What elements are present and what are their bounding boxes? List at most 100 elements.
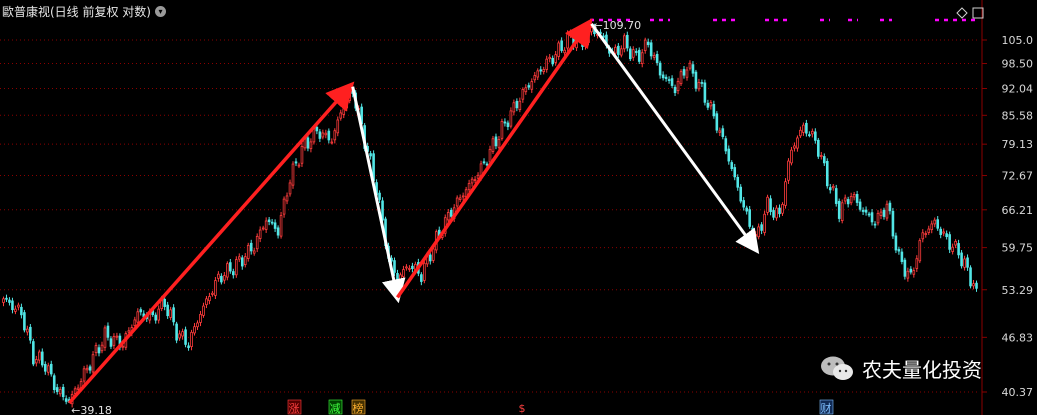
candle-body xyxy=(402,269,405,278)
candle-body xyxy=(255,236,259,250)
candle-body xyxy=(876,212,880,224)
candle-body xyxy=(894,235,898,251)
y-tick-label: 53.29 xyxy=(1002,284,1034,297)
candle-body xyxy=(58,389,62,395)
y-tick-label: 85.58 xyxy=(1002,109,1034,122)
candle-body xyxy=(811,130,814,135)
candle-body xyxy=(378,192,381,200)
candle-body xyxy=(858,201,862,210)
candle-body xyxy=(721,128,725,137)
candle-body xyxy=(196,322,199,328)
candle-body xyxy=(220,275,223,283)
candle-body xyxy=(264,220,268,230)
candle-body xyxy=(533,75,537,81)
candle-body xyxy=(625,34,629,49)
candle-body xyxy=(482,161,486,164)
candle-body xyxy=(825,161,829,187)
candle-body xyxy=(408,268,411,270)
candle-body xyxy=(55,387,59,392)
candle-body xyxy=(775,207,778,219)
candle-body xyxy=(891,210,895,237)
candle-body xyxy=(324,132,328,136)
candle-body xyxy=(5,297,8,300)
candle-body xyxy=(694,71,698,89)
price-axis: 105.0 98.50 92.04 85.58 79.13 72.67 66.21 59.75… xyxy=(982,34,1033,399)
candle-body xyxy=(485,163,489,166)
candle-body xyxy=(115,335,119,338)
candle-body xyxy=(742,200,746,208)
candle-body xyxy=(273,222,277,229)
candle-body xyxy=(172,307,175,323)
candle-body xyxy=(763,213,766,233)
event-badge: 减 xyxy=(330,402,341,415)
candle-body xyxy=(972,283,975,287)
candle-body xyxy=(623,35,626,50)
candle-body xyxy=(455,197,459,207)
candle-body xyxy=(187,345,190,349)
candle-body xyxy=(133,319,137,326)
candle-body xyxy=(97,347,101,354)
candle-body xyxy=(909,268,913,273)
candle-body xyxy=(766,196,769,213)
candle-body xyxy=(240,257,244,267)
candle-body xyxy=(837,200,841,219)
event-badge: $ xyxy=(519,402,526,415)
candle-body xyxy=(912,270,916,275)
event-badges: 涨 减榜 $ 财 xyxy=(287,399,834,415)
candle-body xyxy=(52,375,56,390)
candle-body xyxy=(82,368,86,382)
candle-body xyxy=(252,250,256,254)
candle-body xyxy=(211,292,214,295)
y-tick-label: 59.75 xyxy=(1002,242,1034,255)
candle-body xyxy=(306,137,310,149)
candle-body xyxy=(781,204,784,214)
candle-body xyxy=(17,304,20,308)
candle-body xyxy=(300,146,304,164)
candle-body xyxy=(688,62,692,69)
candle-body xyxy=(11,300,14,311)
candle-body xyxy=(951,246,954,252)
candle-body xyxy=(333,130,337,141)
candle-body xyxy=(733,167,737,178)
candle-body xyxy=(673,86,677,94)
candle-body xyxy=(8,299,11,303)
candle-body xyxy=(584,42,587,47)
candle-body xyxy=(345,99,349,109)
candle-body xyxy=(843,197,847,202)
candle-body xyxy=(121,345,125,348)
candle-body xyxy=(718,130,722,133)
candle-body xyxy=(643,39,647,51)
candle-body xyxy=(524,87,528,93)
chart-title: 歐普康视(日线 前复权 对数) ▾ xyxy=(2,3,166,20)
corner-controls[interactable] xyxy=(956,7,984,19)
candle-body xyxy=(154,314,158,321)
candle-body xyxy=(814,131,817,141)
candle-body xyxy=(590,27,593,33)
candle-body xyxy=(640,52,644,65)
watermark-text: 农夫量化投资 xyxy=(862,358,982,382)
candle-body xyxy=(270,221,274,224)
candle-body xyxy=(243,256,247,265)
candle-body xyxy=(646,41,650,46)
candle-body xyxy=(855,194,859,203)
candle-body xyxy=(199,313,202,323)
candle-body xyxy=(169,309,172,318)
candle-body xyxy=(846,199,850,205)
y-tick-label: 66.21 xyxy=(1002,204,1034,217)
candle-body xyxy=(336,119,340,134)
y-tick-label: 72.67 xyxy=(1002,170,1034,183)
candle-body xyxy=(202,305,205,316)
candle-body xyxy=(339,112,343,119)
candle-body xyxy=(664,76,668,79)
candle-body xyxy=(100,344,104,352)
candle-body xyxy=(23,312,26,331)
candle-body xyxy=(882,209,886,217)
candle-body xyxy=(587,30,590,43)
candle-body xyxy=(288,182,292,195)
candle-body xyxy=(703,82,707,103)
candle-body xyxy=(769,198,772,212)
diamond-icon[interactable] xyxy=(956,7,968,19)
candle-body xyxy=(834,188,838,204)
candle-body xyxy=(802,124,805,133)
chevron-down-icon[interactable]: ▾ xyxy=(155,6,166,17)
